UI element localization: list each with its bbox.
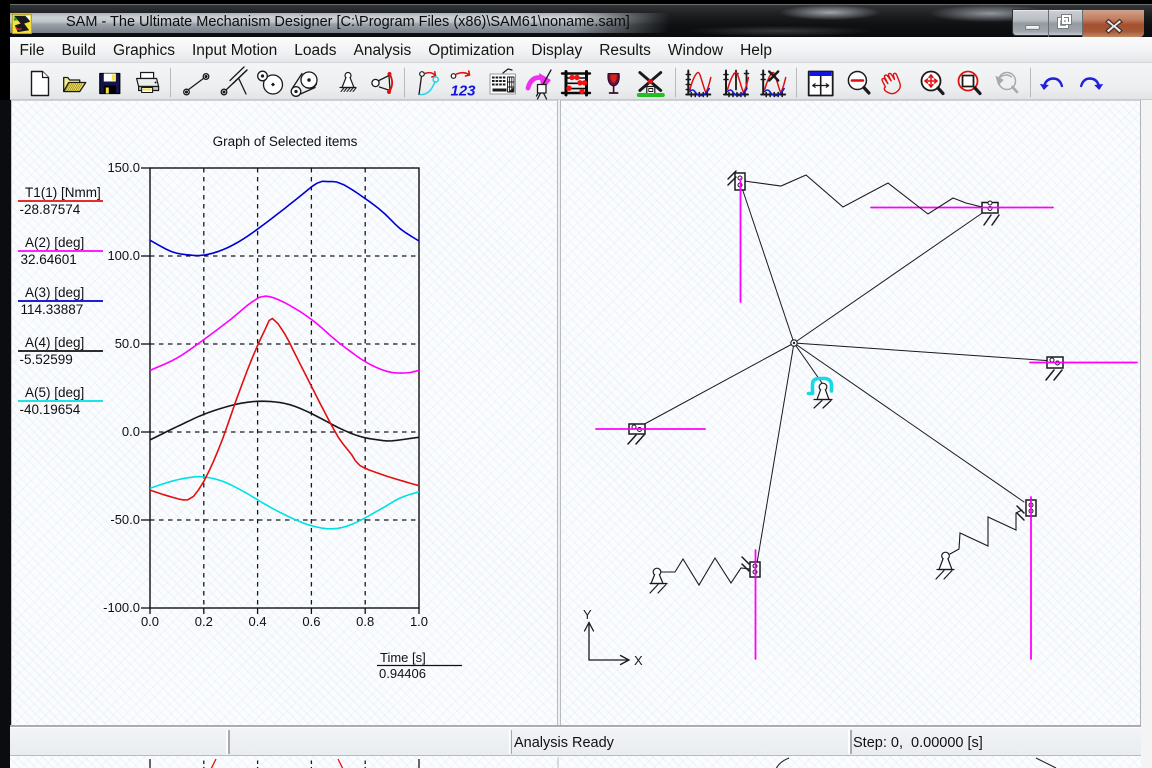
svg-text:A(2) [deg]: A(2) [deg] <box>25 235 84 250</box>
svg-text:32.64601: 32.64601 <box>21 252 77 267</box>
svg-text:-5.52599: -5.52599 <box>20 352 73 367</box>
svg-text:Graph of Selected items: Graph of Selected items <box>213 134 358 149</box>
svg-text:0.0: 0.0 <box>141 614 159 629</box>
svg-text:114.33887: 114.33887 <box>21 302 84 317</box>
svg-text:A(4) [deg]: A(4) [deg] <box>25 335 84 350</box>
svg-text:0.6: 0.6 <box>302 614 320 629</box>
svg-text:0.94406: 0.94406 <box>379 666 426 681</box>
svg-text:-40.19654: -40.19654 <box>20 402 81 417</box>
svg-text:0.8: 0.8 <box>356 614 374 629</box>
svg-text:-28.87574: -28.87574 <box>20 202 81 217</box>
svg-text:-100.0: -100.0 <box>103 600 140 615</box>
svg-text:Y: Y <box>583 607 592 622</box>
svg-text:A(3) [deg]: A(3) [deg] <box>25 285 84 300</box>
svg-text:X: X <box>634 653 643 668</box>
svg-text:123: 123 <box>451 83 477 100</box>
svg-text:0.2: 0.2 <box>195 614 213 629</box>
svg-text:100.0: 100.0 <box>107 248 140 263</box>
svg-text:50.0: 50.0 <box>115 336 140 351</box>
svg-text:Time [s]: Time [s] <box>380 650 426 665</box>
svg-text:0.0: 0.0 <box>122 424 140 439</box>
svg-text:A(5) [deg]: A(5) [deg] <box>25 385 84 400</box>
svg-text:-50.0: -50.0 <box>110 512 140 527</box>
svg-text:150.0: 150.0 <box>107 160 140 175</box>
svg-text:T1(1) [Nmm]: T1(1) [Nmm] <box>25 185 101 200</box>
svg-text:0.4: 0.4 <box>249 614 267 629</box>
svg-text:1.0: 1.0 <box>410 614 428 629</box>
